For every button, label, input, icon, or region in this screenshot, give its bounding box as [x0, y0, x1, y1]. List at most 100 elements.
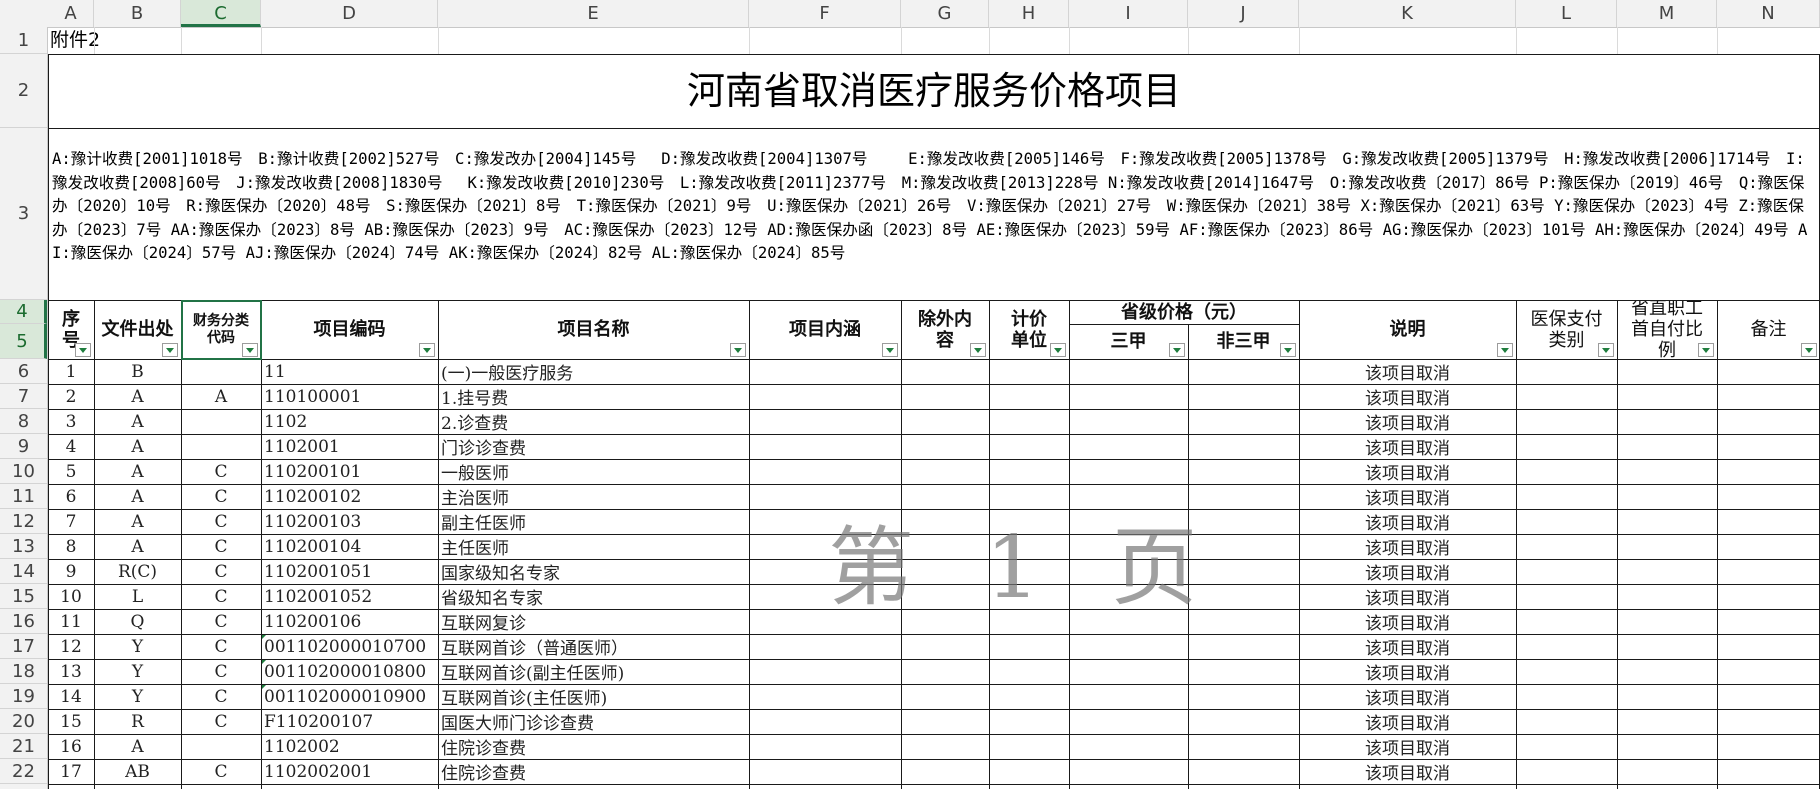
- empty-cell[interactable]: [1617, 759, 1717, 784]
- empty-cell[interactable]: [1188, 484, 1299, 509]
- empty-cell[interactable]: [1516, 684, 1617, 709]
- cell-explanation[interactable]: 该项目取消: [1299, 609, 1516, 634]
- cell-finance-code[interactable]: C: [181, 484, 261, 509]
- empty-cell[interactable]: [1188, 609, 1299, 634]
- empty-cell[interactable]: [1717, 609, 1820, 634]
- row-header-3[interactable]: 3: [0, 128, 47, 300]
- empty-cell[interactable]: [1069, 534, 1188, 559]
- cell-source[interactable]: L: [94, 584, 181, 609]
- cell-source[interactable]: A: [94, 534, 181, 559]
- cell-seq[interactable]: 14: [48, 684, 94, 709]
- empty-cell[interactable]: [1717, 734, 1820, 759]
- empty-cell[interactable]: [1188, 384, 1299, 409]
- empty-cell[interactable]: [989, 434, 1069, 459]
- empty-cell[interactable]: [1717, 559, 1820, 584]
- empty-cell[interactable]: [1617, 559, 1717, 584]
- empty-cell[interactable]: [1188, 684, 1299, 709]
- empty-cell[interactable]: [1069, 509, 1188, 534]
- cell-seq[interactable]: 6: [48, 484, 94, 509]
- cell-item-code[interactable]: 1102001051: [261, 559, 438, 584]
- empty-cell[interactable]: [1188, 559, 1299, 584]
- header-excluded[interactable]: 除外内容: [901, 300, 989, 359]
- empty-cell[interactable]: [901, 384, 989, 409]
- empty-cell[interactable]: [1617, 534, 1717, 559]
- cell-item-name[interactable]: 国家级知名专家: [438, 559, 749, 584]
- empty-cell[interactable]: [1717, 384, 1820, 409]
- empty-cell[interactable]: [989, 709, 1069, 734]
- header-source[interactable]: 文件出处: [94, 300, 181, 359]
- cell-seq[interactable]: 2: [48, 384, 94, 409]
- empty-cell[interactable]: [989, 759, 1069, 784]
- empty-cell[interactable]: [989, 509, 1069, 534]
- cell-seq[interactable]: 16: [48, 734, 94, 759]
- row-header-1[interactable]: 1: [0, 27, 47, 54]
- cell-item-name[interactable]: 门诊诊查费: [438, 434, 749, 459]
- cell-seq[interactable]: 13: [48, 659, 94, 684]
- row-header-6[interactable]: 6: [0, 359, 47, 384]
- empty-cell[interactable]: [989, 684, 1069, 709]
- row-header-23[interactable]: 23: [0, 784, 47, 789]
- empty-cell[interactable]: [901, 634, 989, 659]
- cell-finance-code[interactable]: C: [181, 559, 261, 584]
- empty-cell[interactable]: [1516, 534, 1617, 559]
- cell-finance-code[interactable]: A: [181, 384, 261, 409]
- empty-cell[interactable]: [1617, 684, 1717, 709]
- empty-cell[interactable]: [1516, 509, 1617, 534]
- empty-cell[interactable]: [1188, 509, 1299, 534]
- empty-cell[interactable]: [901, 484, 989, 509]
- row-header-18[interactable]: 18: [0, 659, 47, 684]
- cell-item-name[interactable]: 副主任医师: [438, 509, 749, 534]
- cell-source[interactable]: A: [94, 384, 181, 409]
- empty-cell[interactable]: [1188, 709, 1299, 734]
- empty-cell[interactable]: [901, 434, 989, 459]
- cell-explanation[interactable]: 该项目取消: [1299, 509, 1516, 534]
- row-header-15[interactable]: 15: [0, 584, 47, 609]
- column-header-j[interactable]: J: [1188, 0, 1299, 27]
- empty-cell[interactable]: [1188, 434, 1299, 459]
- empty-cell[interactable]: [1069, 759, 1188, 784]
- empty-cell[interactable]: [749, 684, 901, 709]
- cell-explanation[interactable]: 该项目取消: [1299, 434, 1516, 459]
- empty-cell[interactable]: [1617, 634, 1717, 659]
- header-remarks[interactable]: 备注: [1717, 300, 1820, 359]
- cell-item-code[interactable]: 1102002001: [261, 759, 438, 784]
- sheet-title[interactable]: 河南省取消医疗服务价格项目: [48, 54, 1820, 128]
- cell-item-code[interactable]: 1102: [261, 409, 438, 434]
- empty-cell[interactable]: [1717, 484, 1820, 509]
- column-header-c[interactable]: C: [181, 0, 261, 27]
- cell-seq[interactable]: 10: [48, 584, 94, 609]
- header-item-code[interactable]: 项目编码: [261, 300, 438, 359]
- empty-cell[interactable]: [1617, 359, 1717, 384]
- empty-cell[interactable]: [1617, 584, 1717, 609]
- empty-cell[interactable]: [1516, 459, 1617, 484]
- cell-seq[interactable]: 3: [48, 409, 94, 434]
- empty-cell[interactable]: [1069, 734, 1188, 759]
- empty-cell[interactable]: [989, 384, 1069, 409]
- empty-cell[interactable]: [1617, 434, 1717, 459]
- cell-finance-code[interactable]: [181, 359, 261, 384]
- header-unit[interactable]: 计价单位: [989, 300, 1069, 359]
- cell-item-code[interactable]: 110200103: [261, 509, 438, 534]
- empty-cell[interactable]: [1617, 659, 1717, 684]
- cell-explanation[interactable]: 该项目取消: [1299, 409, 1516, 434]
- cell-item-code[interactable]: 110200104: [261, 534, 438, 559]
- cell-finance-code[interactable]: C: [181, 634, 261, 659]
- empty-cell[interactable]: [1516, 359, 1617, 384]
- empty-cell[interactable]: [1069, 584, 1188, 609]
- cell-explanation[interactable]: 该项目取消: [1299, 384, 1516, 409]
- empty-cell[interactable]: [1717, 634, 1820, 659]
- column-header-f[interactable]: F: [749, 0, 901, 27]
- header-item-name[interactable]: 项目名称: [438, 300, 749, 359]
- empty-cell[interactable]: [989, 459, 1069, 484]
- empty-cell[interactable]: [989, 359, 1069, 384]
- empty-cell[interactable]: [1617, 734, 1717, 759]
- empty-cell[interactable]: [749, 709, 901, 734]
- column-header-l[interactable]: L: [1516, 0, 1617, 27]
- cell-item-code[interactable]: 001102000010900: [261, 684, 438, 709]
- cell-explanation[interactable]: 该项目取消: [1299, 484, 1516, 509]
- empty-cell[interactable]: [989, 534, 1069, 559]
- cell-item-name[interactable]: 互联网复诊: [438, 609, 749, 634]
- empty-cell[interactable]: [1188, 634, 1299, 659]
- empty-cell[interactable]: [1069, 384, 1188, 409]
- empty-cell[interactable]: [1516, 409, 1617, 434]
